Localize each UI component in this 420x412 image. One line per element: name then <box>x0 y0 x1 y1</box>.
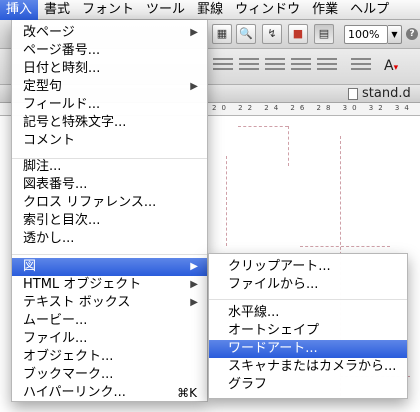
menu-item-label: 図表番号... <box>23 177 88 192</box>
menu-item-hyperlink[interactable]: ハイパーリンク... ⌘K <box>12 384 207 402</box>
submenu-item-label: スキャナまたはカメラから... <box>228 359 397 374</box>
menu-item-bookmark[interactable]: ブックマーク... <box>12 366 207 384</box>
submenu-item-label: 水平線... <box>228 305 280 320</box>
submenu-item-label: オートシェイプ <box>228 323 320 338</box>
menu-item-label: ページ番号... <box>23 43 101 58</box>
menubar: 挿入 書式 フォント ツール 罫線 ウィンドウ 作業 ヘルプ <box>0 0 420 20</box>
text-boundary <box>226 156 227 246</box>
submenu-separator <box>209 299 407 300</box>
submenu-arrow-icon: ▶ <box>190 297 198 308</box>
submenu-arrow-icon: ▶ <box>190 27 198 38</box>
toolbox-icon[interactable]: ■ <box>288 24 308 44</box>
submenu-item-label: クリップアート... <box>228 259 331 274</box>
document-title: stand.d <box>362 86 411 101</box>
shortcut-label: ⌘K <box>177 386 197 400</box>
submenu-arrow-icon: ▶ <box>190 81 198 92</box>
menu-format[interactable]: 書式 <box>38 0 76 20</box>
menu-item-movie[interactable]: ムービー... <box>12 312 207 330</box>
menu-work[interactable]: 作業 <box>306 0 344 20</box>
menu-item-label: ファイル... <box>23 331 88 346</box>
submenu-item-from-file[interactable]: ファイルから... <box>209 276 407 294</box>
menu-item-autotext[interactable]: 定型句 ▶ <box>12 78 207 96</box>
menu-item-cross-reference[interactable]: クロス リファレンス... <box>12 194 207 212</box>
menu-insert[interactable]: 挿入 <box>0 0 39 20</box>
menu-item-symbol[interactable]: 記号と特殊文字... <box>12 114 207 132</box>
menu-item-object[interactable]: オブジェクト... <box>12 348 207 366</box>
menu-item-label: ブックマーク... <box>23 367 114 382</box>
align-right-icon[interactable] <box>264 55 286 77</box>
menu-item-page-break[interactable]: 改ページ ▶ <box>12 24 207 42</box>
submenu-item-clip-art[interactable]: クリップアート... <box>209 258 407 276</box>
menu-item-label: 定型句 <box>23 79 63 94</box>
menu-window[interactable]: ウィンドウ <box>229 0 306 20</box>
menu-item-label: フィールド... <box>23 97 101 112</box>
menu-item-comment[interactable]: コメント <box>12 132 207 150</box>
menu-table[interactable]: 罫線 <box>191 0 229 20</box>
font-color-icon[interactable]: A▾ <box>384 55 406 77</box>
menu-item-label: HTML オブジェクト <box>23 277 142 292</box>
menu-item-caption[interactable]: 図表番号... <box>12 176 207 194</box>
submenu-item-horizontal-line[interactable]: 水平線... <box>209 304 407 322</box>
text-boundary <box>300 246 390 247</box>
menu-item-field[interactable]: フィールド... <box>12 96 207 114</box>
menu-font[interactable]: フォント <box>76 0 140 20</box>
menu-item-page-number[interactable]: ページ番号... <box>12 42 207 60</box>
submenu-arrow-icon: ▶ <box>190 261 198 272</box>
menu-item-label: 図 <box>23 259 37 274</box>
menu-item-label: オブジェクト... <box>23 349 114 364</box>
align-center-icon[interactable] <box>238 55 260 77</box>
menu-item-label: 脚注... <box>23 159 62 174</box>
zoom-icon[interactable]: 🔍 <box>236 24 256 44</box>
text-boundary <box>238 126 288 127</box>
align-left-icon[interactable] <box>212 55 234 77</box>
insert-menu: 改ページ ▶ ページ番号... 日付と時刻... 定型句 ▶ フィールド... … <box>11 20 208 402</box>
submenu-item-wordart[interactable]: ワードアート... <box>209 340 407 358</box>
zoom-dropdown-icon[interactable]: ▼ <box>388 25 402 44</box>
menu-item-watermark[interactable]: 透かし... <box>12 230 207 248</box>
menu-item-label: 改ページ <box>23 25 75 40</box>
menu-item-label: ムービー... <box>23 313 88 328</box>
menu-item-text-box[interactable]: テキスト ボックス ▶ <box>12 294 207 312</box>
list-icon[interactable] <box>350 55 372 77</box>
zoom-field[interactable]: 100% <box>344 25 388 44</box>
menu-item-date-time[interactable]: 日付と時刻... <box>12 60 207 78</box>
view-icon[interactable]: ▤ <box>314 24 334 44</box>
menu-item-label: 透かし... <box>23 231 75 246</box>
menu-item-file[interactable]: ファイル... <box>12 330 207 348</box>
submenu-arrow-icon: ▶ <box>190 279 198 290</box>
menu-item-index-toc[interactable]: 索引と目次... <box>12 212 207 230</box>
format-painter-icon[interactable]: ↯ <box>262 24 282 44</box>
submenu-item-chart[interactable]: グラフ <box>209 376 407 394</box>
menu-item-label: 索引と目次... <box>23 213 101 228</box>
submenu-item-scanner-camera[interactable]: スキャナまたはカメラから... <box>209 358 407 376</box>
indent-icon[interactable] <box>316 55 338 77</box>
menu-item-html-object[interactable]: HTML オブジェクト ▶ <box>12 276 207 294</box>
menu-separator <box>12 254 207 255</box>
menu-item-label: ハイパーリンク... <box>23 385 126 400</box>
menu-item-picture[interactable]: 図 ▶ <box>12 258 207 276</box>
submenu-item-autoshape[interactable]: オートシェイプ <box>209 322 407 340</box>
document-icon <box>348 88 358 100</box>
menu-tools[interactable]: ツール <box>140 0 191 20</box>
picture-submenu: クリップアート... ファイルから... 水平線... オートシェイプ ワードア… <box>208 253 408 399</box>
menu-item-label: テキスト ボックス <box>23 295 131 310</box>
menu-item-footnote[interactable]: 脚注... <box>12 158 207 176</box>
menu-item-label: コメント <box>23 133 76 148</box>
menu-help[interactable]: ヘルプ <box>344 0 395 20</box>
submenu-item-label: ファイルから... <box>228 277 319 292</box>
menu-item-label: 日付と時刻... <box>23 61 101 76</box>
table-icon[interactable]: ▦ <box>212 24 232 44</box>
text-boundary <box>288 126 289 166</box>
justify-icon[interactable] <box>290 55 312 77</box>
submenu-item-label: グラフ <box>228 377 268 392</box>
submenu-item-label: ワードアート... <box>228 341 318 356</box>
help-icon[interactable]: ? <box>406 28 418 40</box>
menu-item-label: 記号と特殊文字... <box>23 115 127 130</box>
ruler-marks: 20 22 24 26 28 30 32 34 36 <box>212 104 420 112</box>
menu-item-label: クロス リファレンス... <box>23 195 157 210</box>
